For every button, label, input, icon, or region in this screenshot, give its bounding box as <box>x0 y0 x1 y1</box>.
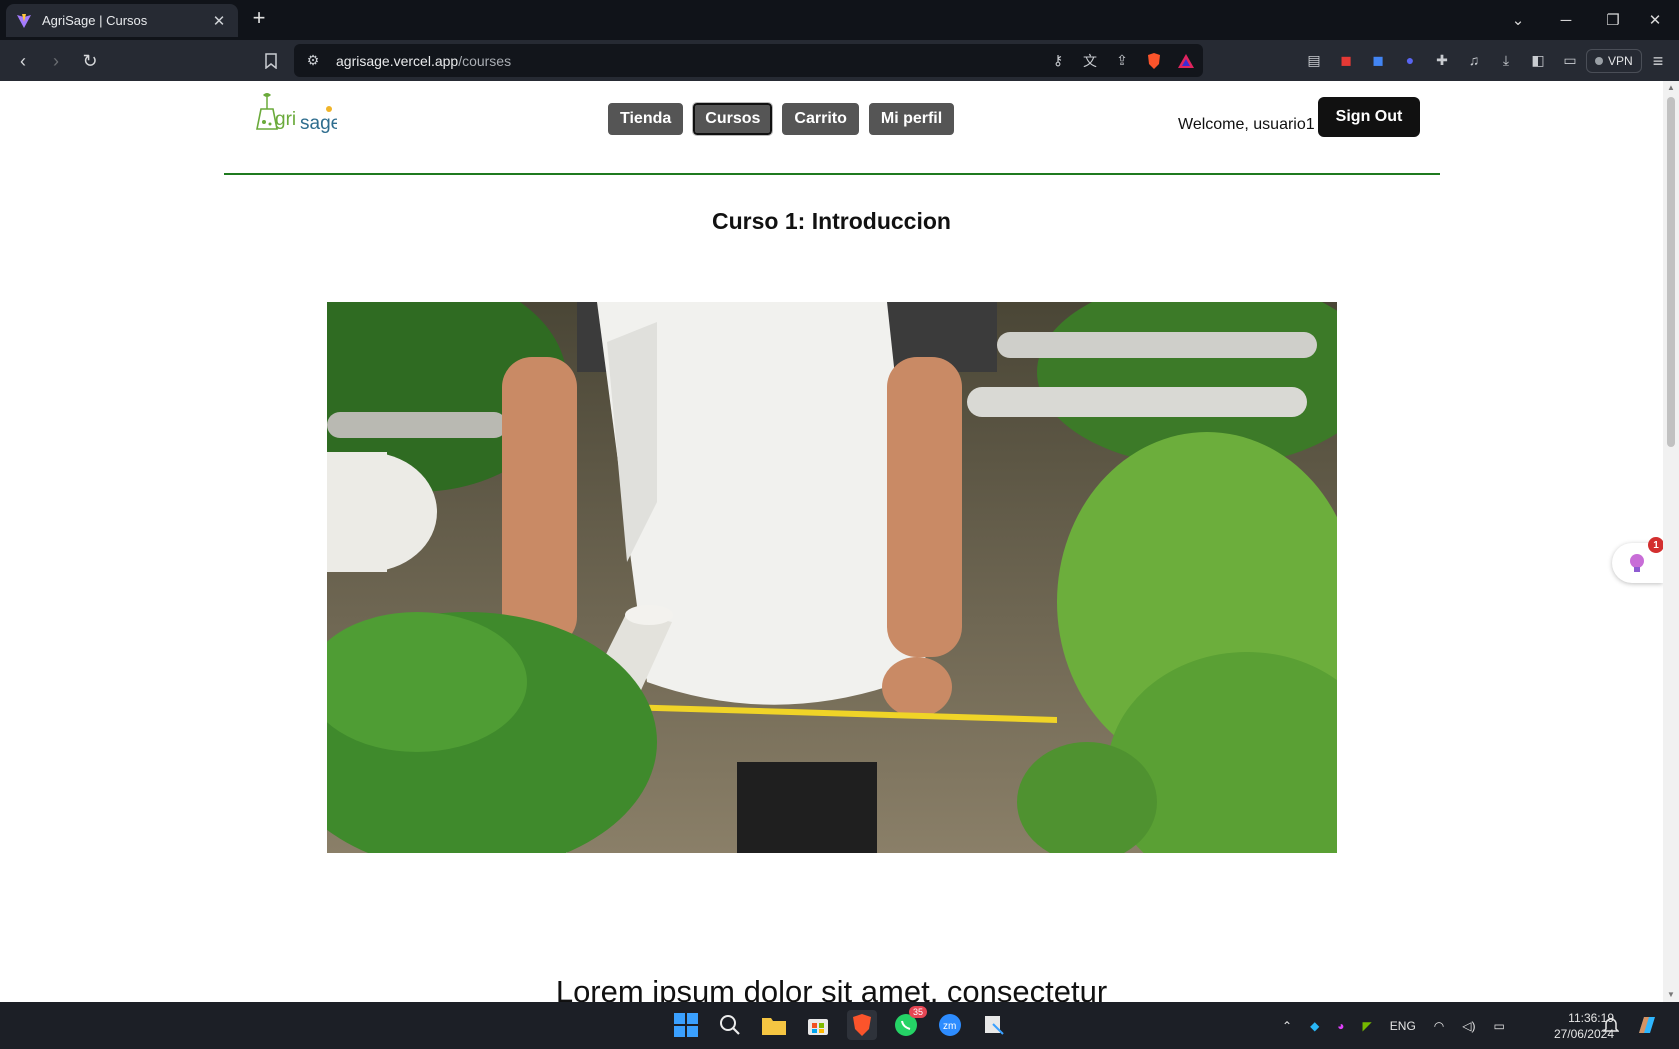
copilot-icon[interactable] <box>1632 1010 1662 1040</box>
video-frame-illustration <box>327 302 1337 853</box>
microsoft-store-icon[interactable] <box>803 1010 833 1040</box>
browser-tab-bar: AgriSage | Cursos ✕ + ⌄ ─ ❐ ✕ <box>0 0 1679 40</box>
minimize-icon[interactable]: ─ <box>1542 0 1590 40</box>
svg-text:gri: gri <box>275 109 296 130</box>
nav-cursos[interactable]: Cursos <box>692 102 774 136</box>
url-path: /courses <box>458 52 512 69</box>
header-divider <box>224 173 1440 175</box>
search-icon[interactable] <box>715 1010 745 1040</box>
reader-mode-icon[interactable]: ▤ <box>1305 51 1323 69</box>
scroll-up-icon[interactable]: ▲ <box>1667 83 1675 92</box>
url-text[interactable]: agrisage.vercel.app/courses <box>336 53 511 69</box>
scrollbar-thumb[interactable] <box>1667 97 1675 447</box>
extensions-puzzle-icon[interactable]: ✚ <box>1433 51 1451 69</box>
tray-app-icon[interactable]: ◆ <box>1310 1019 1319 1033</box>
close-window-icon[interactable]: ✕ <box>1631 0 1679 40</box>
notifications-bell-icon[interactable] <box>1596 1010 1626 1040</box>
lightbulb-icon <box>1630 554 1644 572</box>
tab-title: AgriSage | Cursos <box>42 13 148 28</box>
url-host: agrisage.vercel.app <box>336 52 459 69</box>
password-key-icon[interactable]: ⚷ <box>1049 52 1067 70</box>
sidebar-toggle-icon[interactable]: ◧ <box>1529 51 1547 69</box>
vpn-button[interactable]: VPN <box>1586 49 1642 73</box>
nav-carrito[interactable]: Carrito <box>782 103 859 135</box>
vpn-status-icon <box>1595 57 1603 65</box>
battery-icon[interactable]: ▭ <box>1494 1019 1505 1033</box>
back-icon[interactable]: ‹ <box>10 48 36 74</box>
snipping-tool-icon[interactable] <box>979 1010 1009 1040</box>
tab-search-chevron-icon[interactable]: ⌄ <box>1494 0 1542 40</box>
course-title: Curso 1: Introduccion <box>712 208 951 234</box>
svg-text:zm: zm <box>943 1021 956 1032</box>
main-nav: Tienda Cursos Carrito Mi perfil <box>608 102 955 136</box>
floating-assistant-button[interactable]: 1 <box>1612 537 1663 583</box>
whatsapp-badge: 35 <box>908 1006 927 1018</box>
downloads-icon[interactable]: ⤓ <box>1497 51 1515 69</box>
course-video[interactable] <box>327 302 1337 853</box>
vite-favicon-icon <box>17 13 31 28</box>
reload-icon[interactable]: ↻ <box>77 48 103 74</box>
translate-icon[interactable]: 文 <box>1081 52 1099 70</box>
nav-tienda[interactable]: Tienda <box>608 103 684 135</box>
svg-text:sage: sage <box>300 113 337 134</box>
media-icon[interactable]: ♫ <box>1465 51 1483 69</box>
scroll-down-icon[interactable]: ▼ <box>1667 990 1675 999</box>
course-body-text: Lorem ipsum dolor sit amet, consectetur <box>555 974 1108 1002</box>
system-tray: ⌃ ◆ ◕ ◤ ENG ◠ ◁) ▭ <box>1282 1002 1505 1049</box>
bookmark-icon[interactable] <box>258 48 284 74</box>
nav-mi-perfil[interactable]: Mi perfil <box>868 103 955 135</box>
wallet-icon[interactable]: ▭ <box>1561 51 1579 69</box>
browser-tab[interactable]: AgriSage | Cursos ✕ <box>6 4 238 37</box>
browser-toolbar: ‹ › ↻ ⚙ agrisage.vercel.app/courses ⚷ 文 … <box>0 40 1679 81</box>
windows-start-icon[interactable] <box>671 1010 701 1040</box>
sign-out-button[interactable]: Sign Out <box>1318 97 1420 137</box>
brave-rewards-icon[interactable] <box>1177 52 1195 70</box>
page-content: gri sage Tienda Cursos Carrito Mi perfil… <box>0 81 1663 1002</box>
page-scrollbar[interactable]: ▲ ▼ <box>1663 81 1679 1002</box>
zoom-icon[interactable]: zm <box>935 1010 965 1040</box>
address-bar[interactable]: ⚙ agrisage.vercel.app/courses ⚷ 文 ⇪ <box>294 44 1203 77</box>
vpn-label: VPN <box>1608 54 1633 68</box>
translate-extension-icon[interactable]: ◼ <box>1369 51 1387 69</box>
windows-taskbar: 35 zm ⌃ ◆ ◕ ◤ ENG ◠ ◁) ▭ 11:36:19 27/06/… <box>0 1002 1679 1049</box>
language-indicator[interactable]: ENG <box>1390 1019 1416 1033</box>
tab-close-icon[interactable]: ✕ <box>210 12 228 30</box>
whatsapp-icon[interactable]: 35 <box>891 1006 927 1040</box>
welcome-text: Welcome, usuario1 <box>1178 116 1315 133</box>
volume-icon[interactable]: ◁) <box>1462 1019 1475 1033</box>
discord-extension-icon[interactable]: ● <box>1401 51 1419 69</box>
site-settings-icon[interactable]: ⚙ <box>304 52 322 70</box>
brave-shields-icon[interactable] <box>1145 52 1163 70</box>
nvidia-icon[interactable]: ◤ <box>1363 1019 1372 1033</box>
new-tab-button[interactable]: + <box>248 7 270 30</box>
main-menu-icon[interactable]: ≡ <box>1645 48 1671 74</box>
brave-browser-icon[interactable] <box>847 1010 877 1040</box>
tray-color-app-icon[interactable]: ◕ <box>1337 1019 1344 1033</box>
show-hidden-icons-chevron-icon[interactable]: ⌃ <box>1282 1019 1292 1033</box>
share-icon[interactable]: ⇪ <box>1113 52 1131 70</box>
pdf-extension-icon[interactable]: ◼ <box>1337 51 1355 69</box>
forward-icon[interactable]: › <box>43 48 69 74</box>
file-explorer-icon[interactable] <box>759 1010 789 1040</box>
restore-icon[interactable]: ❐ <box>1589 0 1637 40</box>
wifi-icon[interactable]: ◠ <box>1434 1019 1444 1033</box>
notification-badge: 1 <box>1648 537 1663 553</box>
agrisage-logo[interactable]: gri sage <box>253 89 337 137</box>
